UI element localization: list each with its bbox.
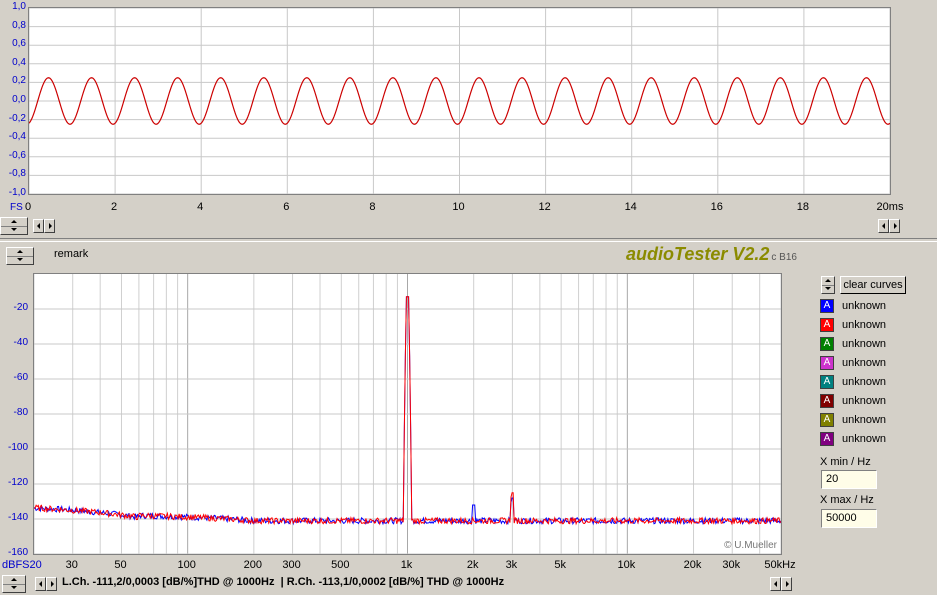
spectrum-y-tick-label: -140 (7, 512, 28, 523)
arrow-left-icon (774, 581, 777, 587)
curve-color-swatch[interactable]: A (820, 432, 834, 446)
spectrum-x-tick-label: 20k (683, 559, 702, 571)
spectrum-x-tick-label: 30 (65, 559, 78, 571)
app-title-sub: c B16 (771, 252, 797, 263)
arrow-right-icon (49, 223, 52, 229)
curve-color-swatch[interactable]: A (820, 299, 834, 313)
spectrum-right-right-button[interactable] (781, 577, 792, 591)
app-title-main: audioTester V2.2 (626, 244, 770, 264)
scope-y-tick-label: 1,0 (12, 1, 26, 12)
legend-item-label: unknown (842, 357, 887, 369)
scope-zoom-spinner[interactable] (0, 217, 28, 235)
status-text: L.Ch. -111,2/0,0003 [dB/%]THD @ 1000Hz |… (62, 576, 505, 588)
scope-x-tick-label: 14 (624, 201, 637, 213)
scope-y-tick-label: -0,8 (8, 168, 26, 180)
spectrum-svg (34, 274, 781, 554)
scope-y-tick-label: -0,4 (8, 131, 26, 143)
legend-item-label: unknown (842, 319, 887, 331)
spectrum-x-tick-label: 300 (282, 559, 301, 571)
scope-x-tick-label: 2 (111, 201, 118, 213)
legend-item-label: unknown (842, 338, 887, 350)
spectrum-x-tick-label: 3k (505, 559, 518, 571)
curve-color-swatch[interactable]: A (820, 413, 834, 427)
scope-y-tick-label: 0,8 (12, 19, 26, 31)
spectrum-y-tick-label: -80 (13, 407, 28, 418)
scope-y-tick-label: -0,6 (8, 149, 26, 161)
curve-color-swatch[interactable]: A (820, 356, 834, 370)
curves-spinner[interactable] (821, 276, 835, 294)
xmin-label: X min / Hz (820, 456, 871, 468)
scope-y-tick-label: 0,4 (12, 56, 26, 68)
arrow-left-icon (39, 581, 42, 587)
scope-scroll-left-button[interactable] (33, 219, 44, 233)
arrow-left-icon (37, 223, 40, 229)
remark-label: remark (54, 248, 89, 260)
scope-x-tick-label: 0 (24, 201, 32, 213)
xmax-field[interactable]: 50000 (821, 509, 877, 528)
panel-separator (0, 238, 937, 242)
scope-x-tick-label: 20ms (876, 201, 904, 213)
arrow-right-icon (894, 223, 897, 229)
spectrum-left-button[interactable] (35, 577, 46, 591)
curve-color-swatch[interactable]: A (820, 375, 834, 389)
legend-item-label: unknown (842, 376, 887, 388)
scope-y-tick-label: -0,2 (8, 112, 26, 124)
spectrum-x-tick-label: 2k (466, 559, 479, 571)
scope-y-tick-label: 0,0 (12, 94, 26, 105)
scope-right-left-button[interactable] (878, 219, 889, 233)
xmax-label: X max / Hz (820, 494, 874, 506)
scope-svg (29, 8, 890, 194)
spectrum-x-tick-label: 30k (722, 559, 741, 571)
legend-item-label: unknown (842, 414, 887, 426)
spectrum-zoom-spinner[interactable] (2, 575, 26, 593)
spectrum-x-tick-label: 10k (617, 559, 636, 571)
spectrum-x-tick-label: dBFS20 (2, 559, 42, 571)
clear-curves-button[interactable]: clear curves (840, 276, 906, 294)
scope-y-tick-label: 0,6 (12, 38, 26, 50)
spectrum-right-button[interactable] (46, 577, 57, 591)
scope-scroll-right-button[interactable] (44, 219, 55, 233)
scope-right-right-button[interactable] (889, 219, 900, 233)
spectrum-x-tick-label: 100 (177, 559, 196, 571)
xmin-field[interactable]: 20 (821, 470, 877, 489)
scope-x-tick-label: 10 (452, 201, 465, 213)
scope-x-tick-label: 12 (538, 201, 551, 213)
legend-item-label: unknown (842, 395, 887, 407)
spectrum-y-tick-label: -40 (13, 337, 28, 348)
spectrum-plot: © U.Mueller (33, 273, 782, 555)
legend-item-label: unknown (842, 300, 887, 312)
arrow-right-icon (51, 581, 54, 587)
spectrum-right-left-button[interactable] (770, 577, 781, 591)
curve-color-swatch[interactable]: A (820, 337, 834, 351)
scope-x-tick-label: 8 (369, 201, 376, 213)
scope-x-tick-label: 16 (710, 201, 723, 213)
app-title: audioTester V2.2 c B16 (626, 244, 797, 265)
scope-y-tick-label: -1,0 (8, 187, 26, 198)
arrow-right-icon (786, 581, 789, 587)
spectrum-x-tick-label: 50 (114, 559, 127, 571)
scope-x-tick-label: 18 (796, 201, 810, 213)
spectrum-x-tick-label: 200 (243, 559, 262, 571)
legend-item-label: unknown (842, 433, 887, 445)
scope-plot (28, 7, 891, 195)
spectrum-y-tick-label: -20 (13, 302, 28, 313)
spectrum-y-tick-label: -100 (7, 442, 28, 453)
spectrum-x-tick-label: 5k (554, 559, 566, 571)
spectrum-y-tick-label: -120 (7, 477, 28, 488)
scope-x-tick-label: 4 (197, 201, 204, 213)
watermark: © U.Mueller (724, 540, 777, 551)
spectrum-y-tick-label: -60 (13, 372, 28, 383)
scope-y-tick-label: 0,2 (12, 75, 26, 87)
spectrum-x-tick-label: 1k (400, 559, 413, 571)
arrow-left-icon (882, 223, 885, 229)
scope-x-tick-label: 6 (283, 201, 290, 213)
curve-color-swatch[interactable]: A (820, 318, 834, 332)
spectrum-x-tick-label: 500 (331, 559, 350, 571)
curve-color-swatch[interactable]: A (820, 394, 834, 408)
remark-spinner[interactable] (6, 247, 34, 265)
spectrum-y-tick-label: -160 (7, 547, 28, 558)
spectrum-x-tick-label: 50kHz (764, 559, 796, 571)
